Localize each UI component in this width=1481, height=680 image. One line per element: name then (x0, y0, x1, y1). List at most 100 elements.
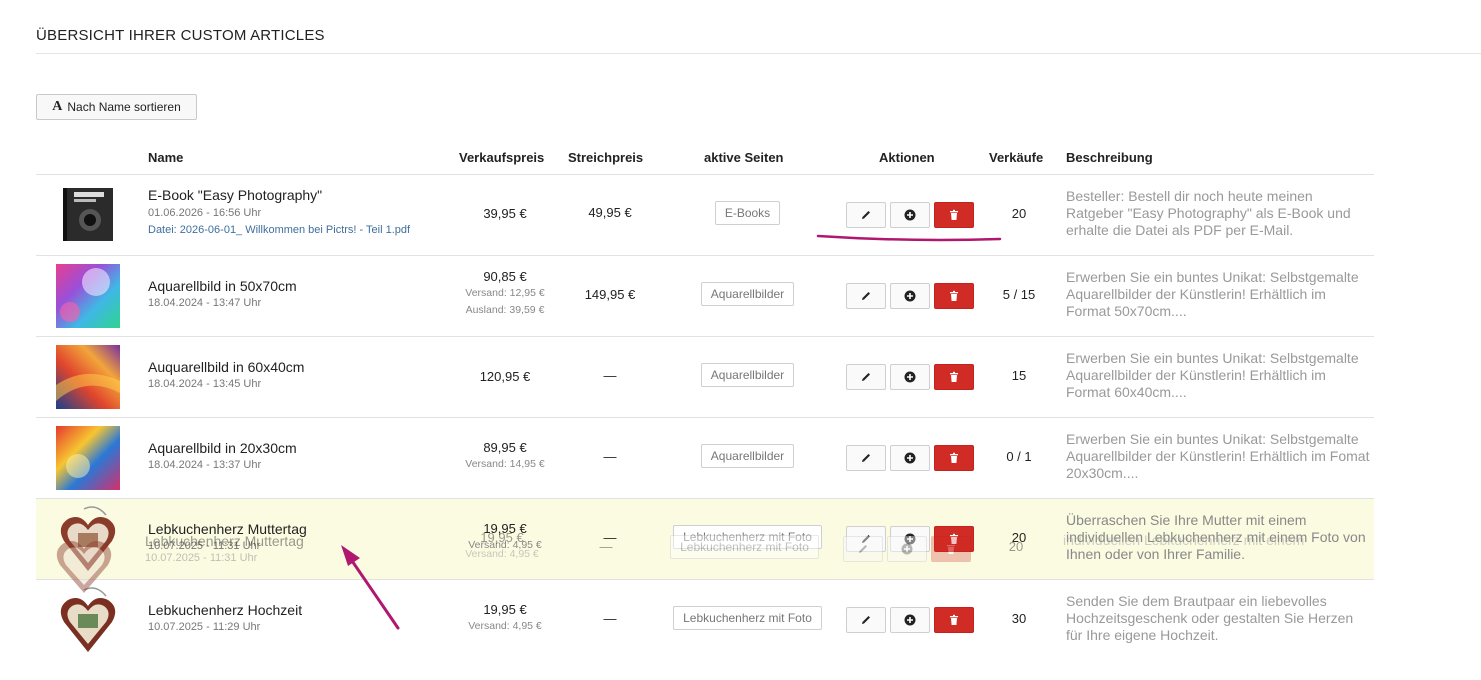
sale-price: 90,85 € (483, 269, 527, 284)
edit-button[interactable] (846, 526, 886, 552)
pencil-icon (862, 454, 870, 462)
price-cell: 90,85 € Versand: 12,95 € Ausland: 39,59 … (446, 268, 564, 319)
price-cell: 19,95 € Versand: 4,95 € (446, 520, 564, 554)
header-name[interactable]: Name (148, 150, 183, 165)
sales-count: 5 / 15 (1002, 287, 1036, 302)
strike-price: — (603, 368, 617, 383)
edit-button[interactable] (846, 607, 886, 633)
delete-button[interactable] (934, 526, 974, 552)
ebook-cover-icon (63, 188, 113, 241)
trash-icon (950, 614, 958, 625)
sale-price: 120,95 € (479, 369, 531, 384)
sales-count: 15 (1011, 368, 1027, 383)
active-page-button[interactable]: Aquarellbilder (700, 282, 795, 306)
active-page-button[interactable]: Lebkuchenherz mit Foto (673, 525, 822, 549)
delete-button[interactable] (934, 607, 974, 633)
price-cell: 89,95 € Versand: 14,95 € (446, 439, 564, 473)
shipping-price: Versand: 12,95 € (465, 287, 545, 299)
action-buttons (846, 526, 974, 552)
header-description[interactable]: Beschreibung (1066, 150, 1153, 165)
gingerbread-heart-icon (60, 587, 116, 652)
table-row[interactable]: Lebkuchenherz Hochzeit 10.07.2025 - 11:2… (36, 580, 1374, 660)
sales-count: 20 (1011, 206, 1027, 221)
edit-button[interactable] (846, 445, 886, 471)
gingerbread-heart-icon (60, 506, 116, 571)
edit-button[interactable] (846, 283, 886, 309)
plus-circle-icon (904, 209, 916, 221)
trash-icon (950, 290, 958, 301)
header-strike-price[interactable]: Streichpreis (568, 150, 643, 165)
plus-circle-icon (904, 371, 916, 383)
article-name: Lebkuchenherz Hochzeit (148, 602, 303, 618)
active-page-button[interactable]: Aquarellbilder (700, 444, 795, 468)
header-price[interactable]: Verkaufspreis (459, 150, 544, 165)
plus-circle-icon (904, 614, 916, 626)
price-cell: 120,95 € (446, 368, 564, 385)
active-page-button[interactable]: Lebkuchenherz mit Foto (673, 606, 822, 630)
header-active-pages[interactable]: aktive Seiten (704, 150, 784, 165)
shipping-price: Versand: 4,95 € (468, 620, 542, 632)
delete-button[interactable] (934, 202, 974, 228)
article-file-link[interactable]: Datei: 2026-06-01_ Willkommen bei Pictrs… (148, 224, 410, 236)
active-page-button[interactable]: Aquarellbilder (700, 363, 795, 387)
sort-by-name-button[interactable]: A Nach Name sortieren (36, 94, 197, 120)
article-name: Aquarellbild in 20x30cm (148, 440, 297, 456)
watercolor-thumb-icon (56, 345, 120, 409)
header-sales[interactable]: Verkäufe (989, 150, 1043, 165)
table-header: Name Verkaufspreis Streichpreis aktive S… (36, 146, 1374, 175)
article-description: Überraschen Sie Ihre Mutter mit einem in… (1066, 512, 1366, 562)
pencil-icon (862, 211, 870, 219)
table-row[interactable]: Aquarellbild in 20x30cm 18.04.2024 - 13:… (36, 418, 1374, 499)
watercolor-thumb-icon (56, 264, 120, 328)
trash-icon (950, 371, 958, 382)
shipping-price: Versand: 4,95 € (468, 539, 542, 551)
strike-price: — (603, 449, 617, 464)
action-buttons (846, 283, 974, 309)
edit-button[interactable] (846, 364, 886, 390)
article-date: 10.07.2025 - 11:29 Uhr (148, 621, 261, 633)
add-button[interactable] (890, 445, 930, 471)
table-row[interactable]: Aquarellbild in 50x70cm 18.04.2024 - 13:… (36, 256, 1374, 337)
add-button[interactable] (890, 526, 930, 552)
pencil-icon (862, 373, 870, 381)
trash-icon (950, 209, 958, 220)
sales-count: 0 / 1 (1006, 449, 1032, 464)
table-row[interactable]: E-Book "Easy Photography" 01.06.2026 - 1… (36, 175, 1374, 256)
add-button[interactable] (890, 607, 930, 633)
shipping-price: Versand: 14,95 € (465, 458, 545, 470)
sale-price: 19,95 € (483, 521, 527, 536)
article-description: Senden Sie dem Brautpaar ein liebevolles… (1066, 593, 1354, 643)
action-buttons (846, 445, 974, 471)
article-date: 18.04.2024 - 13:37 Uhr (148, 459, 262, 471)
articles-table: Name Verkaufspreis Streichpreis aktive S… (36, 146, 1374, 660)
plus-circle-icon (904, 452, 916, 464)
table-row[interactable]: Auquarellbild in 60x40cm 18.04.2024 - 13… (36, 337, 1374, 418)
plus-circle-icon (904, 290, 916, 302)
article-date: 18.04.2024 - 13:45 Uhr (148, 378, 262, 390)
delete-button[interactable] (934, 283, 974, 309)
article-description: Erwerben Sie ein buntes Unikat: Selbstge… (1066, 431, 1370, 481)
strike-price: — (603, 611, 617, 626)
add-button[interactable] (890, 202, 930, 228)
watercolor-thumb-icon (56, 426, 120, 490)
trash-icon (950, 452, 958, 463)
edit-button[interactable] (846, 202, 886, 228)
alphabet-icon: A (52, 99, 63, 114)
sale-price: 89,95 € (483, 440, 527, 455)
article-date: 18.04.2024 - 13:47 Uhr (148, 297, 262, 309)
add-button[interactable] (890, 283, 930, 309)
strike-price: — (603, 530, 617, 545)
foreign-shipping-price: Ausland: 39,59 € (465, 304, 545, 316)
sales-count: 30 (1011, 611, 1027, 626)
table-row[interactable]: Lebkuchenherz Muttertag 10.07.2025 - 11:… (36, 499, 1374, 580)
header-actions: Aktionen (879, 150, 935, 165)
active-page-button[interactable]: E-Books (714, 201, 781, 225)
add-button[interactable] (890, 364, 930, 390)
price-cell: 19,95 € Versand: 4,95 € (446, 601, 564, 635)
article-name: Aquarellbild in 50x70cm (148, 278, 297, 294)
plus-circle-icon (904, 533, 916, 545)
article-name: Lebkuchenherz Muttertag (148, 521, 307, 537)
delete-button[interactable] (934, 364, 974, 390)
sales-count: 20 (1011, 530, 1027, 545)
delete-button[interactable] (934, 445, 974, 471)
